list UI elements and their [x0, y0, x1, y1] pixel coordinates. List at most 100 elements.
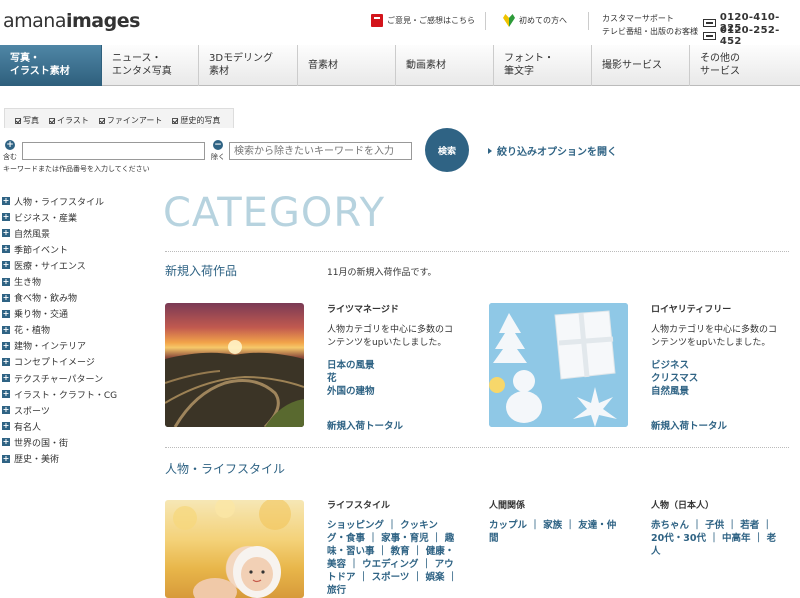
nav-tab-3d-modeling[interactable]: 3Dモデリング 素材	[199, 45, 298, 86]
feedback-link[interactable]: ご意見・ご感想はこちら	[371, 14, 475, 27]
sidebar-item[interactable]: + イラスト・クラフト・CG	[2, 386, 117, 402]
plus-icon: +	[2, 324, 10, 334]
rights-managed-heading: ライツマネージド	[327, 305, 399, 315]
beginner-mark-icon	[503, 14, 515, 27]
rf-total-link[interactable]: 新規入荷トータル	[651, 418, 727, 432]
triangle-right-icon	[488, 147, 492, 154]
refine-options-link[interactable]: 絞り込みオプションを開く	[488, 143, 617, 158]
lifestyle-links[interactable]: ショッピング ｜ クッキン グ・食事 ｜ 家事・育児 ｜ 趣 味・習い事 ｜ 教…	[327, 519, 457, 597]
sidebar-item[interactable]: + スポーツ	[2, 402, 117, 418]
rm-link-foreign-buildings[interactable]: 外国の建物	[327, 385, 375, 398]
people-lifestyle-title: 人物・ライフスタイル	[165, 462, 286, 476]
sidebar-item[interactable]: + 食べ物・飲み物	[2, 290, 117, 306]
feedback-link-label: ご意見・ご感想はこちら	[387, 16, 475, 25]
exclude-label: 除く	[211, 153, 225, 161]
category-sidebar: + 人物・ライフスタイル + ビジネス・産業 + 自然風景 + 季節イベント + 医療・サ…	[2, 193, 117, 467]
christmas-cookies-image[interactable]	[489, 303, 628, 427]
royalty-free-text: 人物カテゴリを中心に多数のコ ンテンツをupいたしました。	[651, 325, 778, 348]
plus-icon: +	[2, 292, 10, 302]
japanese-people-links[interactable]: 赤ちゃん ｜ 子供 ｜ 若者 ｜ 20代・30代 ｜ 中高年 ｜ 老 人	[651, 519, 776, 558]
plus-icon: +	[2, 389, 10, 399]
sidebar-item[interactable]: + 乗り物・交通	[2, 306, 117, 322]
filter-historical-checkbox[interactable]: 歴史的写真	[172, 113, 220, 128]
exclude-minus-icon: −	[213, 140, 223, 150]
beginner-link-label: 初めての方へ	[519, 16, 567, 25]
japanese-people-heading: 人物（日本人）	[651, 501, 715, 511]
new-arrivals-desc: 11月の新規入荷作品です。	[327, 268, 437, 278]
customer-support: カスタマーサポート テレビ番組・出版のお客様	[602, 12, 698, 38]
search-hint: キーワードまたは作品番号を入力してください	[3, 165, 150, 173]
sidebar-item[interactable]: + 花・植物	[2, 322, 117, 338]
include-label: 含む	[3, 153, 17, 161]
sidebar-item[interactable]: + 自然風景	[2, 225, 117, 241]
sidebar-item[interactable]: + 有名人	[2, 418, 117, 434]
tel-number-2: 0120-252-452	[703, 25, 800, 47]
header-divider	[588, 12, 589, 30]
free-dial-icon	[703, 32, 716, 40]
nav-tab-photo-service[interactable]: 撮影サービス	[592, 45, 690, 86]
beginner-link[interactable]: 初めての方へ	[503, 14, 567, 27]
rm-link-flowers[interactable]: 花	[327, 372, 375, 385]
nav-tab-font[interactable]: フォント・ 筆文字	[494, 45, 592, 86]
support-subtitle: テレビ番組・出版のお客様	[602, 27, 698, 36]
sunset-rice-terrace-image[interactable]	[165, 303, 304, 427]
plus-icon: +	[2, 276, 10, 286]
sidebar-item[interactable]: + 生き物	[2, 273, 117, 289]
rf-link-business[interactable]: ビジネス	[651, 359, 698, 372]
sidebar-item[interactable]: + テクスチャーパターン	[2, 370, 117, 386]
nav-tab-news-entertainment[interactable]: ニュース・ エンタメ写真	[102, 45, 199, 86]
plus-icon: +	[2, 340, 10, 350]
royalty-free-heading: ロイヤリティフリー	[651, 305, 732, 315]
plus-icon: +	[2, 405, 10, 415]
relations-heading: 人間関係	[489, 501, 526, 511]
search-type-filters: 写真 イラスト ファインアート 歴史的写真	[4, 108, 234, 128]
sidebar-item[interactable]: + 建物・インテリア	[2, 338, 117, 354]
relations-links[interactable]: カップル ｜ 家族 ｜ 友達・仲 間	[489, 519, 616, 545]
header-divider	[485, 12, 486, 30]
mailbox-icon	[371, 14, 383, 27]
plus-icon: +	[2, 196, 10, 206]
rights-managed-links: 日本の風景 花 外国の建物	[327, 359, 375, 398]
plus-icon: +	[2, 437, 10, 447]
filter-photo-checkbox[interactable]: 写真	[15, 113, 39, 128]
plus-icon: +	[2, 260, 10, 270]
filter-fineart-checkbox[interactable]: ファインアート	[98, 113, 162, 128]
category-heading: CATEGORY	[163, 190, 386, 236]
nav-tab-audio[interactable]: 音素材	[298, 45, 396, 86]
plus-icon: +	[2, 421, 10, 431]
lifestyle-heading: ライフスタイル	[327, 501, 391, 511]
plus-icon: +	[2, 308, 10, 318]
sidebar-item[interactable]: + 季節イベント	[2, 241, 117, 257]
sidebar-item[interactable]: + 歴史・美術	[2, 451, 117, 467]
filter-illustration-checkbox[interactable]: イラスト	[49, 113, 89, 128]
nav-tab-other-services[interactable]: その他の サービス	[690, 45, 800, 86]
nav-tab-video[interactable]: 動画素材	[396, 45, 494, 86]
search-button[interactable]: 検索	[425, 128, 469, 172]
exclude-keyword-input[interactable]	[229, 142, 412, 160]
rm-total-link[interactable]: 新規入荷トータル	[327, 418, 403, 432]
plus-icon: +	[2, 228, 10, 238]
rm-link-japan-scenery[interactable]: 日本の風景	[327, 359, 375, 372]
plus-icon: +	[2, 244, 10, 254]
section-divider	[165, 251, 789, 252]
include-keyword-input[interactable]	[22, 142, 205, 160]
include-plus-icon: +	[5, 140, 15, 150]
plus-icon: +	[2, 453, 10, 463]
sidebar-item[interactable]: + 世界の国・街	[2, 434, 117, 450]
plus-icon: +	[2, 356, 10, 366]
main-nav: 写真・ イラスト素材 ニュース・ エンタメ写真 3Dモデリング 素材 音素材 動画素材…	[0, 45, 800, 86]
baby-autumn-image[interactable]	[165, 500, 304, 598]
sidebar-item[interactable]: + ビジネス・産業	[2, 209, 117, 225]
amana-images-logo[interactable]: amanaimages	[3, 10, 140, 32]
sidebar-item[interactable]: + コンセプトイメージ	[2, 354, 117, 370]
section-divider	[165, 447, 789, 448]
royalty-free-links: ビジネス クリスマス 自然風景	[651, 359, 698, 398]
rf-link-christmas[interactable]: クリスマス	[651, 372, 698, 385]
rf-link-nature[interactable]: 自然風景	[651, 385, 698, 398]
sidebar-item[interactable]: + 医療・サイエンス	[2, 257, 117, 273]
sidebar-item[interactable]: + 人物・ライフスタイル	[2, 193, 117, 209]
nav-tab-photo-illustration[interactable]: 写真・ イラスト素材	[0, 45, 102, 86]
new-arrivals-title: 新規入荷作品	[165, 264, 238, 278]
plus-icon: +	[2, 373, 10, 383]
rights-managed-text: 人物カテゴリを中心に多数のコ ンテンツをupいたしました。	[327, 325, 454, 348]
